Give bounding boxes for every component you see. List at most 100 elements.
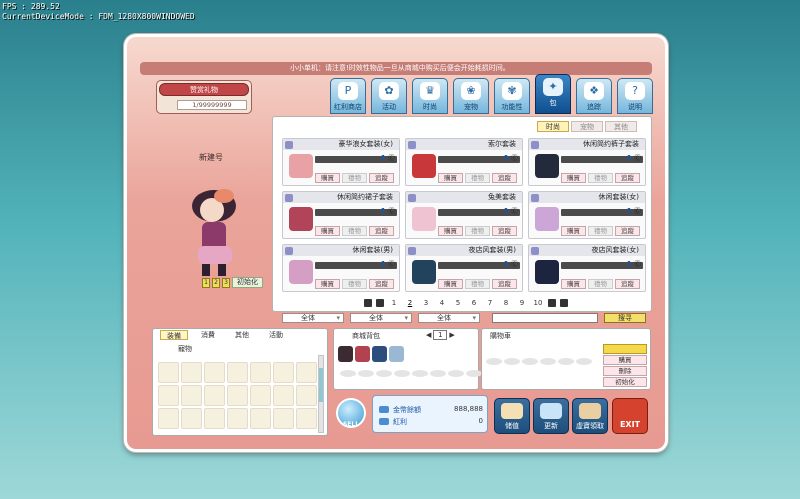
inventory-slot[interactable] — [273, 408, 294, 429]
tab-package[interactable]: ✦ 包 — [535, 74, 571, 114]
gift-item-button[interactable]: 禮物 — [465, 173, 490, 183]
inventory-grid[interactable] — [158, 362, 318, 430]
page-number[interactable]: 5 — [450, 299, 466, 307]
gift-item-button[interactable]: 禮物 — [342, 173, 367, 183]
item-card[interactable]: 休闲套装(女) 1 Ⓒ 購買 禮物 追蹤 — [528, 191, 646, 239]
buy-button[interactable]: 購買 — [315, 226, 340, 236]
filter-select-2[interactable]: 全体 — [350, 313, 412, 323]
inventory-slot[interactable] — [227, 408, 248, 429]
subtab-pet[interactable]: 宠物 — [571, 121, 603, 132]
bag-item[interactable] — [372, 346, 387, 362]
inventory-slot[interactable] — [158, 362, 179, 383]
inventory-slot[interactable] — [181, 408, 202, 429]
track-button[interactable]: 追蹤 — [369, 226, 394, 236]
inventory-slot[interactable] — [296, 408, 317, 429]
char-toggle-3[interactable]: 3 — [222, 277, 230, 288]
recharge-button[interactable]: 储值 — [494, 398, 530, 434]
search-button[interactable]: 搜寻 — [604, 313, 646, 323]
track-button[interactable]: 追蹤 — [369, 173, 394, 183]
item-card[interactable]: 休闲简约裙子套装 1 Ⓒ 購買 禮物 追蹤 — [282, 191, 400, 239]
page-number[interactable]: 1 — [386, 299, 402, 307]
track-button[interactable]: 追蹤 — [492, 279, 517, 289]
buy-button[interactable]: 購買 — [315, 279, 340, 289]
subtab-other[interactable]: 其他 — [605, 121, 637, 132]
bag-item[interactable] — [389, 346, 404, 362]
bag-next-icon[interactable]: ▶ — [449, 331, 454, 339]
tab-bonus-shop[interactable]: P 红利商店 — [330, 78, 366, 114]
inventory-slot[interactable] — [227, 385, 248, 406]
inventory-slot[interactable] — [250, 408, 271, 429]
cart-buy-button[interactable]: 購買 — [603, 355, 647, 365]
buy-button[interactable]: 購買 — [438, 226, 463, 236]
page-number[interactable]: 2 — [402, 299, 418, 307]
gift-item-button[interactable]: 禮物 — [588, 279, 613, 289]
char-toggle-2[interactable]: 2 — [212, 277, 220, 288]
track-button[interactable]: 追蹤 — [615, 279, 640, 289]
page-number[interactable]: 9 — [514, 299, 530, 307]
item-card[interactable]: 兔美套装 1 Ⓒ 購買 禮物 追蹤 — [405, 191, 523, 239]
item-card[interactable]: 索尔套装 1 Ⓒ 購買 禮物 追蹤 — [405, 138, 523, 186]
inventory-slot[interactable] — [204, 362, 225, 383]
tab-fashion[interactable]: ♛ 时尚 — [412, 78, 448, 114]
inventory-slot[interactable] — [296, 362, 317, 383]
item-card[interactable]: 休闲套装(男) 1 Ⓒ 購買 禮物 追蹤 — [282, 244, 400, 292]
page-number[interactable]: 8 — [498, 299, 514, 307]
bag-prev-icon[interactable]: ◀ — [426, 331, 431, 339]
page-number[interactable]: 10 — [530, 299, 546, 307]
next-page-icon[interactable] — [548, 299, 556, 307]
inventory-slot[interactable] — [181, 385, 202, 406]
cart-delete-button[interactable]: 刪除 — [603, 366, 647, 376]
inv-tab-use[interactable]: 消費 — [194, 330, 222, 340]
filter-select-1[interactable]: 全体 — [282, 313, 344, 323]
gift-item-button[interactable]: 禮物 — [342, 226, 367, 236]
last-page-icon[interactable] — [560, 299, 568, 307]
inventory-slot[interactable] — [204, 408, 225, 429]
gift-item-button[interactable]: 禮物 — [465, 226, 490, 236]
inv-tab-event[interactable]: 活動 — [262, 330, 290, 340]
refresh-button[interactable]: 更新 — [533, 398, 569, 434]
gift-button[interactable]: 赞赏礼物 — [159, 83, 249, 96]
buy-button[interactable]: 購買 — [561, 279, 586, 289]
inventory-slot[interactable] — [181, 362, 202, 383]
bag-item[interactable] — [355, 346, 370, 362]
inventory-slot[interactable] — [158, 385, 179, 406]
prev-page-icon[interactable] — [376, 299, 384, 307]
gift-item-button[interactable]: 禮物 — [465, 279, 490, 289]
gift-item-button[interactable]: 禮物 — [588, 226, 613, 236]
search-input[interactable] — [492, 313, 598, 323]
inventory-slot[interactable] — [296, 385, 317, 406]
claim-voucher-button[interactable]: 虛寶領取 — [572, 398, 608, 434]
filter-select-3[interactable]: 全体 — [418, 313, 480, 323]
item-card[interactable]: 豪华浪女套装(女) 1 Ⓒ 購買 禮物 追蹤 — [282, 138, 400, 186]
page-number[interactable]: 6 — [466, 299, 482, 307]
tab-event[interactable]: ✿ 活动 — [371, 78, 407, 114]
track-button[interactable]: 追蹤 — [615, 226, 640, 236]
buy-button[interactable]: 購買 — [561, 173, 586, 183]
item-card[interactable]: 夜店风套装(女) 1 Ⓒ 購買 禮物 追蹤 — [528, 244, 646, 292]
item-card[interactable]: 夜店风套装(男) 1 Ⓒ 購買 禮物 追蹤 — [405, 244, 523, 292]
char-toggle-1[interactable]: 1 — [202, 277, 210, 288]
page-number[interactable]: 4 — [434, 299, 450, 307]
gift-item-button[interactable]: 禮物 — [588, 173, 613, 183]
inv-subtab-pet[interactable]: 寵物 — [178, 344, 192, 354]
subtab-fashion[interactable]: 时尚 — [537, 121, 569, 132]
page-number[interactable]: 7 — [482, 299, 498, 307]
inventory-slot[interactable] — [227, 362, 248, 383]
sell-button[interactable]: SELL — [336, 398, 366, 428]
bag-item[interactable] — [338, 346, 353, 362]
tab-functional[interactable]: ✾ 功能性 — [494, 78, 530, 114]
buy-button[interactable]: 購買 — [438, 173, 463, 183]
inventory-scrollbar[interactable] — [318, 355, 324, 433]
cart-reset-button[interactable]: 初始化 — [603, 377, 647, 387]
inventory-slot[interactable] — [273, 385, 294, 406]
buy-button[interactable]: 購買 — [561, 226, 586, 236]
reset-character-button[interactable]: 初始化 — [232, 277, 263, 288]
inv-tab-equip[interactable]: 装備 — [160, 330, 188, 340]
tab-pet[interactable]: ❀ 宠物 — [453, 78, 489, 114]
track-button[interactable]: 追蹤 — [492, 226, 517, 236]
inventory-slot[interactable] — [204, 385, 225, 406]
buy-button[interactable]: 購買 — [315, 173, 340, 183]
inventory-slot[interactable] — [158, 408, 179, 429]
gift-item-button[interactable]: 禮物 — [342, 279, 367, 289]
inventory-slot[interactable] — [250, 362, 271, 383]
